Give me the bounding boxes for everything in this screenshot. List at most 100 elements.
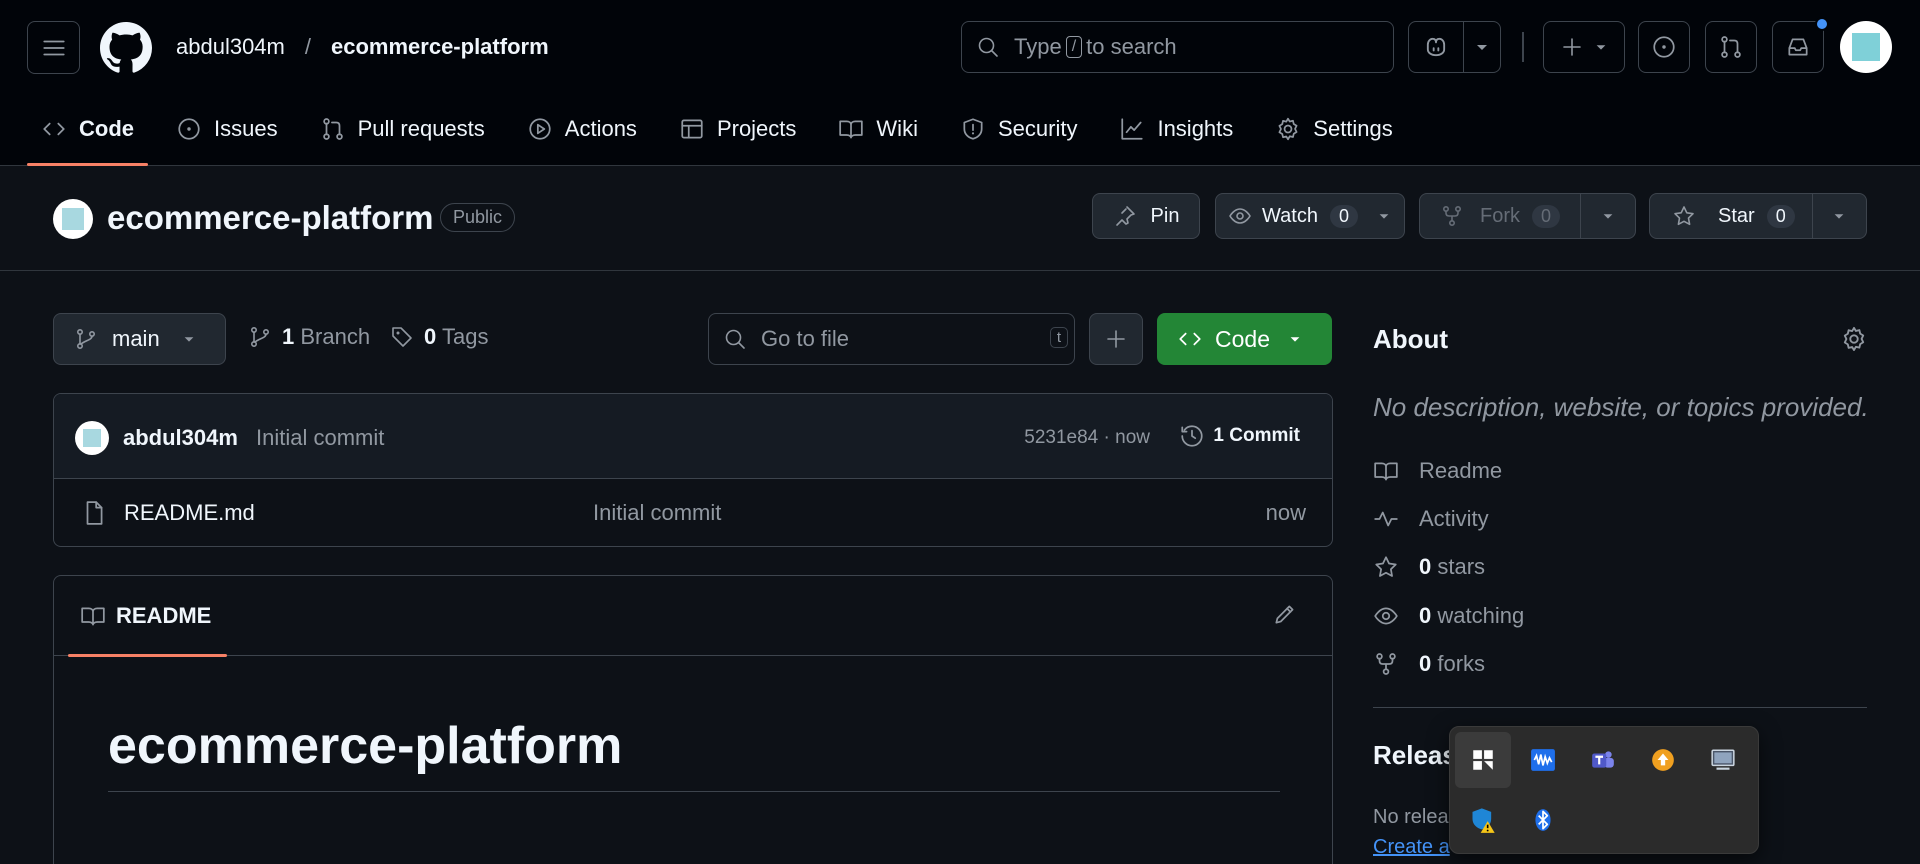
commits-history-link[interactable]: 1 Commit bbox=[1179, 423, 1300, 449]
code-dropdown-button[interactable]: Code bbox=[1157, 313, 1332, 365]
about-settings-button[interactable] bbox=[1840, 325, 1868, 353]
menu-button[interactable] bbox=[27, 21, 80, 74]
tab-projects[interactable]: Projects bbox=[665, 100, 810, 158]
star-icon bbox=[1375, 556, 1397, 577]
commit-author[interactable]: abdul304m bbox=[123, 425, 238, 451]
copilot-dropdown[interactable] bbox=[1463, 21, 1501, 73]
tray-item-display[interactable] bbox=[1695, 732, 1751, 788]
chevron-down-icon bbox=[1379, 214, 1389, 219]
create-new-button[interactable] bbox=[1543, 21, 1625, 73]
stars-label: stars bbox=[1437, 554, 1486, 579]
tray-item-app[interactable] bbox=[1455, 732, 1511, 788]
watch-dropdown[interactable] bbox=[1364, 209, 1404, 223]
forks-link[interactable]: 0 forks bbox=[1373, 651, 1485, 677]
issue-icon bbox=[1653, 36, 1675, 58]
tab-insights[interactable]: Insights bbox=[1105, 100, 1247, 158]
pin-icon bbox=[1115, 206, 1135, 226]
pin-button[interactable]: Pin bbox=[1092, 193, 1200, 239]
go-to-file-input[interactable]: Go to file t bbox=[708, 313, 1075, 365]
tags-link[interactable]: 0 Tags bbox=[390, 324, 488, 350]
copilot-button[interactable] bbox=[1408, 21, 1464, 73]
tab-issues[interactable]: Issues bbox=[162, 100, 292, 158]
file-commit-message[interactable]: Initial commit bbox=[593, 500, 721, 526]
global-search[interactable]: Type / to search bbox=[961, 21, 1394, 73]
star-button[interactable]: Star 0 bbox=[1649, 193, 1867, 239]
tray-item-update[interactable] bbox=[1635, 732, 1691, 788]
copilot-icon bbox=[1426, 37, 1446, 57]
fork-dropdown[interactable] bbox=[1579, 194, 1635, 238]
tray-item-security[interactable] bbox=[1455, 792, 1511, 848]
stars-link[interactable]: 0 stars bbox=[1373, 554, 1485, 580]
releases-heading[interactable]: Releas bbox=[1373, 740, 1457, 771]
hamburger-icon bbox=[42, 40, 65, 55]
table-icon bbox=[681, 119, 703, 139]
history-icon bbox=[1181, 425, 1204, 447]
edit-readme-button[interactable] bbox=[1272, 601, 1298, 627]
tab-label: Actions bbox=[564, 116, 637, 141]
branch-selector[interactable]: main bbox=[53, 313, 226, 365]
breadcrumb-separator: / bbox=[304, 34, 311, 59]
issues-button[interactable] bbox=[1638, 21, 1690, 73]
tab-settings[interactable]: Settings bbox=[1261, 100, 1407, 158]
tab-label: Projects bbox=[716, 116, 797, 141]
github-logo[interactable] bbox=[100, 22, 152, 74]
chevron-down-icon bbox=[1477, 45, 1487, 50]
tab-security[interactable]: Security bbox=[946, 100, 1091, 158]
repo-title[interactable]: ecommerce-platform bbox=[107, 199, 433, 237]
readme-header: README bbox=[54, 576, 1332, 657]
pull-requests-button[interactable] bbox=[1705, 21, 1757, 73]
fork-button[interactable]: Fork 0 bbox=[1419, 193, 1636, 239]
watching-count: 0 bbox=[1419, 603, 1432, 628]
watch-button[interactable]: Watch 0 bbox=[1215, 193, 1405, 239]
create-release-link[interactable]: Create a bbox=[1373, 836, 1450, 859]
about-description: No description, website, or topics provi… bbox=[1373, 392, 1869, 422]
book-icon bbox=[1374, 462, 1398, 481]
readme-panel: README ecommerce-platform bbox=[53, 575, 1333, 864]
tray-item-teams[interactable] bbox=[1575, 732, 1631, 788]
security-warning-icon bbox=[1472, 808, 1495, 833]
tab-wiki[interactable]: Wiki bbox=[824, 100, 932, 158]
repo-owner-avatar bbox=[53, 199, 93, 239]
eye-icon bbox=[1229, 208, 1251, 224]
commit-author-avatar[interactable] bbox=[75, 421, 109, 455]
readme-link[interactable]: Readme bbox=[1373, 458, 1502, 484]
fork-icon bbox=[1442, 205, 1462, 226]
star-icon bbox=[1674, 206, 1694, 226]
book-icon bbox=[839, 120, 864, 139]
commit-sha-time[interactable]: 5231e84 · now bbox=[1024, 427, 1150, 449]
plus-icon bbox=[1107, 330, 1125, 348]
teams-icon bbox=[1592, 751, 1614, 768]
chevron-down-icon bbox=[1603, 214, 1613, 219]
readme-tab[interactable]: README bbox=[68, 576, 227, 657]
tray-item-audio[interactable] bbox=[1515, 732, 1571, 788]
tab-actions[interactable]: Actions bbox=[513, 100, 651, 158]
book-icon bbox=[81, 607, 105, 626]
activity-link[interactable]: Activity bbox=[1373, 506, 1489, 532]
repo-link[interactable]: ecommerce-platform bbox=[331, 34, 549, 60]
add-file-button[interactable] bbox=[1089, 313, 1143, 365]
search-shortcut-key: / bbox=[1065, 36, 1083, 58]
file-name[interactable]: README.md bbox=[124, 500, 255, 526]
latest-commit-bar: abdul304m Initial commit 5231e84 · now 1… bbox=[54, 394, 1332, 479]
branches-link[interactable]: 1 Branch bbox=[248, 324, 370, 350]
tray-item-bluetooth[interactable] bbox=[1515, 792, 1571, 848]
search-icon bbox=[725, 329, 745, 349]
system-tray-overflow bbox=[1449, 726, 1759, 854]
branch-label: Branch bbox=[300, 324, 371, 349]
table-row[interactable]: README.md Initial commit now bbox=[54, 479, 1332, 546]
tab-label: Issues bbox=[214, 116, 278, 141]
commit-message[interactable]: Initial commit bbox=[256, 425, 384, 451]
audio-meter-icon bbox=[1531, 749, 1555, 771]
display-icon bbox=[1711, 749, 1735, 770]
tab-code[interactable]: Code bbox=[27, 100, 148, 166]
tab-pull-requests[interactable]: Pull requests bbox=[306, 100, 499, 158]
star-dropdown[interactable] bbox=[1811, 194, 1866, 238]
watching-link[interactable]: 0 watching bbox=[1373, 603, 1524, 629]
code-icon bbox=[43, 122, 65, 136]
owner-link[interactable]: abdul304m bbox=[176, 34, 285, 60]
stars-count: 0 bbox=[1419, 554, 1432, 579]
tab-label: Insights bbox=[1157, 116, 1234, 141]
user-avatar[interactable] bbox=[1840, 21, 1892, 73]
branch-count: 1 bbox=[282, 324, 295, 349]
releases-text: No relea bbox=[1373, 806, 1449, 828]
